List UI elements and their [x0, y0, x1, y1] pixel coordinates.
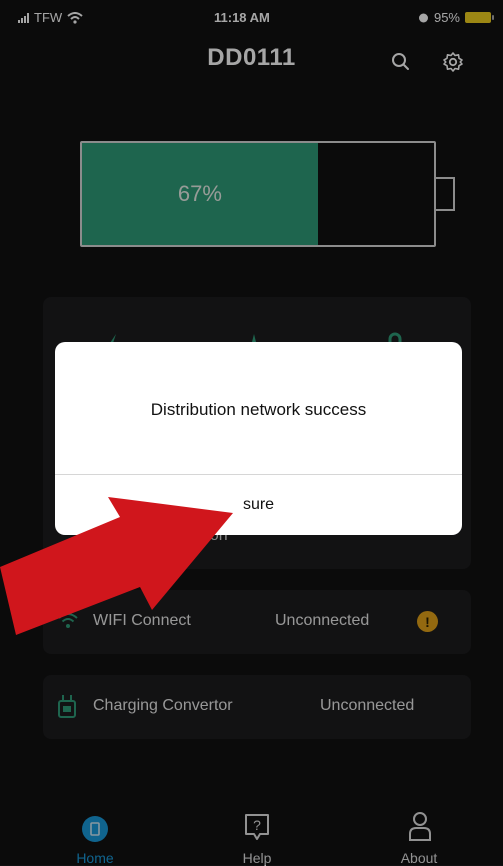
- dialog-message: Distribution network success: [150, 400, 367, 419]
- red-arrow-annotation: [0, 497, 233, 635]
